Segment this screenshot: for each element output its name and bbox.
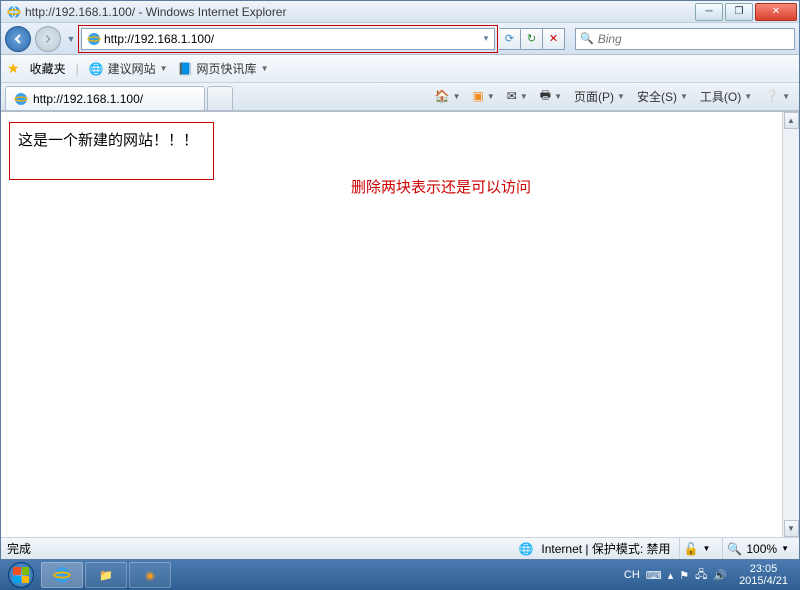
url-input[interactable] bbox=[104, 30, 480, 48]
window-buttons: ─ ❐ ✕ bbox=[693, 3, 797, 21]
favorites-bar: ★ 收藏夹 | 🌐 建议网站 ▼ 📘 网页快讯库 ▼ bbox=[1, 55, 799, 83]
mail-icon: ✉ bbox=[507, 89, 517, 103]
taskbar-ie-button[interactable] bbox=[41, 562, 83, 588]
network-icon[interactable]: 🖧 bbox=[695, 566, 707, 585]
windows-logo-icon bbox=[8, 562, 34, 588]
tab-ie-icon bbox=[14, 92, 28, 106]
forward-button[interactable] bbox=[35, 26, 61, 52]
new-tab-button[interactable] bbox=[207, 86, 233, 110]
system-tray: CH ⌨ ▴ ⚑ 🖧 🔊 23:05 2015/4/21 bbox=[620, 563, 798, 587]
refresh-button[interactable]: ↻ bbox=[521, 28, 543, 50]
print-button[interactable]: 🖶▼ bbox=[535, 85, 567, 107]
help-button[interactable]: ❔▼ bbox=[759, 85, 795, 107]
media-icon: ◉ bbox=[145, 569, 155, 582]
home-button[interactable]: 🏠▼ bbox=[430, 85, 466, 107]
clock-time: 23:05 bbox=[739, 563, 788, 575]
slice-icon: 📘 bbox=[178, 62, 193, 76]
web-slice-item[interactable]: 📘 网页快讯库 ▼ bbox=[178, 60, 269, 77]
page-menu[interactable]: 页面(P)▼ bbox=[569, 85, 630, 107]
chevron-down-icon: ▼ bbox=[261, 64, 269, 73]
status-text: 完成 bbox=[7, 540, 31, 557]
annotation-text: 删除两块表示还是可以访问 bbox=[351, 176, 531, 197]
tab-title: http://192.168.1.100/ bbox=[33, 92, 143, 106]
taskbar-mediaplayer-button[interactable]: ◉ bbox=[129, 562, 171, 588]
folder-icon: 📁 bbox=[99, 569, 113, 582]
zone-text: Internet | 保护模式: 禁用 bbox=[541, 540, 670, 557]
status-bar: 完成 🌐 Internet | 保护模式: 禁用 🔓▼ 🔍100%▼ bbox=[1, 537, 799, 559]
scroll-up-button[interactable]: ▲ bbox=[784, 112, 799, 129]
ime-indicator[interactable]: CH bbox=[624, 569, 640, 581]
home-icon: 🏠 bbox=[435, 89, 450, 103]
taskbar: 📁 ◉ CH ⌨ ▴ ⚑ 🖧 🔊 23:05 2015/4/21 bbox=[0, 560, 800, 590]
vertical-scrollbar[interactable]: ▲ ▼ bbox=[782, 112, 799, 537]
ie-icon bbox=[7, 5, 21, 19]
minimize-button[interactable]: ─ bbox=[695, 3, 723, 21]
clock[interactable]: 23:05 2015/4/21 bbox=[733, 563, 794, 587]
chevron-down-icon: ▼ bbox=[160, 64, 168, 73]
help-icon: ❔ bbox=[764, 89, 779, 103]
favorites-label[interactable]: 收藏夹 bbox=[30, 60, 66, 77]
search-input[interactable] bbox=[598, 32, 790, 46]
search-box[interactable]: 🔍 bbox=[575, 28, 795, 50]
nav-history-dropdown[interactable]: ▼ bbox=[65, 29, 77, 49]
keyboard-icon[interactable]: ⌨ bbox=[646, 569, 662, 582]
taskbar-explorer-button[interactable]: 📁 bbox=[85, 562, 127, 588]
address-bar[interactable]: ▾ bbox=[81, 28, 495, 50]
back-button[interactable] bbox=[5, 26, 31, 52]
scroll-down-button[interactable]: ▼ bbox=[784, 520, 799, 537]
rss-icon: ▣ bbox=[473, 89, 484, 103]
close-button[interactable]: ✕ bbox=[755, 3, 797, 21]
feeds-button[interactable]: ▣▼ bbox=[468, 85, 500, 107]
action-center-icon[interactable]: ⚑ bbox=[679, 569, 689, 582]
command-bar: 🏠▼ ▣▼ ✉▼ 🖶▼ 页面(P)▼ 安全(S)▼ 工具(O)▼ ❔▼ bbox=[430, 84, 795, 108]
restore-button[interactable]: ❐ bbox=[725, 3, 753, 21]
safety-menu[interactable]: 安全(S)▼ bbox=[632, 85, 693, 107]
folder-icon: 🌐 bbox=[89, 62, 104, 76]
window-title: http://192.168.1.100/ - Windows Internet… bbox=[25, 5, 693, 19]
favorites-star-icon[interactable]: ★ bbox=[7, 60, 20, 77]
zoom-control[interactable]: 🔍100%▼ bbox=[722, 538, 793, 559]
navigation-bar: ▼ ▾ ⟳ ↻ ✕ 🔍 bbox=[1, 23, 799, 55]
shield-icon: 🔓 bbox=[684, 542, 699, 556]
boxed-text: 这是一个新建的网站！！！ bbox=[9, 122, 214, 180]
suggested-sites-item[interactable]: 🌐 建议网站 ▼ bbox=[89, 60, 168, 77]
site-icon bbox=[87, 32, 101, 46]
globe-icon: 🌐 bbox=[518, 542, 533, 556]
protected-mode-button[interactable]: 🔓▼ bbox=[679, 538, 715, 559]
start-button[interactable] bbox=[2, 561, 40, 589]
title-bar: http://192.168.1.100/ - Windows Internet… bbox=[1, 1, 799, 23]
search-icon: 🔍 bbox=[580, 32, 594, 45]
tools-menu[interactable]: 工具(O)▼ bbox=[695, 85, 757, 107]
mail-button[interactable]: ✉▼ bbox=[502, 85, 533, 107]
zoom-icon: 🔍 bbox=[727, 542, 742, 556]
tab-active[interactable]: http://192.168.1.100/ bbox=[5, 86, 205, 110]
volume-icon[interactable]: 🔊 bbox=[713, 569, 727, 582]
address-buttons: ⟳ ↻ ✕ bbox=[499, 28, 565, 50]
tray-expand-icon[interactable]: ▴ bbox=[668, 569, 674, 582]
compat-view-button[interactable]: ⟳ bbox=[499, 28, 521, 50]
stop-button[interactable]: ✕ bbox=[543, 28, 565, 50]
page-content: 这是一个新建的网站！！！ 删除两块表示还是可以访问 ▲ ▼ bbox=[1, 111, 799, 537]
address-dropdown[interactable]: ▾ bbox=[480, 29, 492, 49]
tab-row: http://192.168.1.100/ 🏠▼ ▣▼ ✉▼ 🖶▼ 页面(P)▼… bbox=[1, 83, 799, 111]
print-icon: 🖶 bbox=[540, 86, 551, 107]
clock-date: 2015/4/21 bbox=[739, 575, 788, 587]
browser-window: http://192.168.1.100/ - Windows Internet… bbox=[0, 0, 800, 560]
